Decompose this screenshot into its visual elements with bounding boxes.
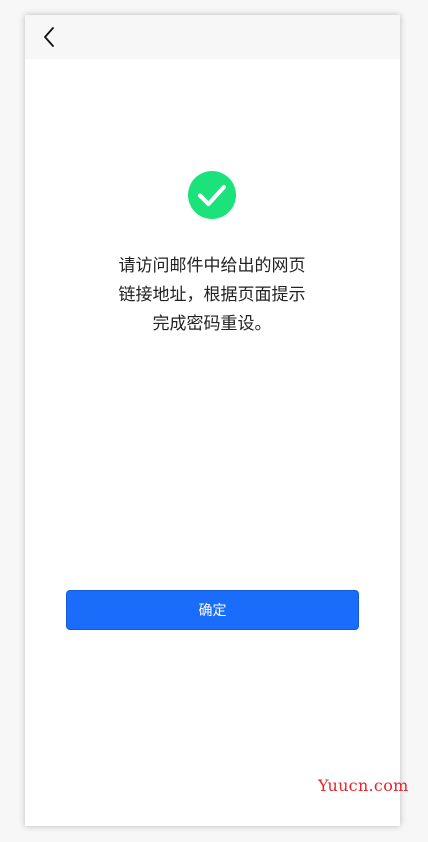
message-line-3: 完成密码重设。 <box>152 314 272 334</box>
phone-screen: 请访问邮件中给出的网页 链接地址，根据页面提示 完成密码重设。 确定 <box>25 15 400 826</box>
message-line-2: 链接地址，根据页面提示 <box>118 285 306 305</box>
checkmark-circle-icon <box>188 171 236 219</box>
instruction-message: 请访问邮件中给出的网页 链接地址，根据页面提示 完成密码重设。 <box>87 252 337 339</box>
chevron-left-icon <box>44 27 54 47</box>
watermark-text: Yuucn.com <box>318 776 409 795</box>
navigation-bar <box>25 15 400 59</box>
message-line-1: 请访问邮件中给出的网页 <box>118 256 306 276</box>
confirm-button[interactable]: 确定 <box>66 590 359 630</box>
back-button[interactable] <box>33 21 65 53</box>
